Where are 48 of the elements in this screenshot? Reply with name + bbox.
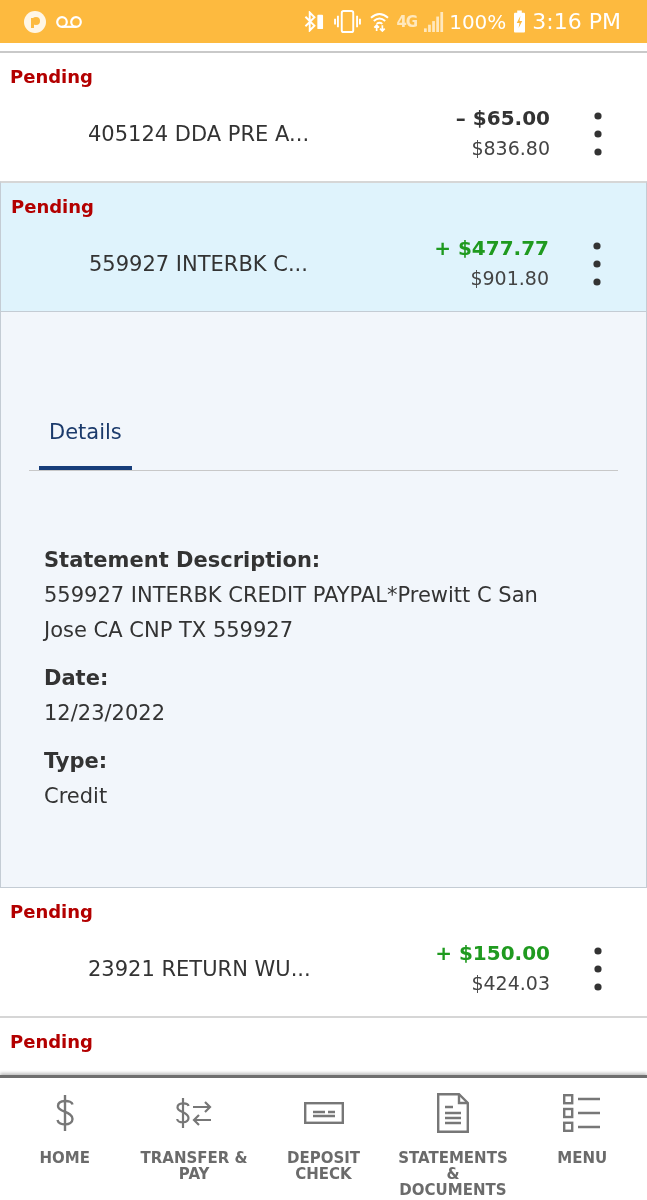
more-options-button[interactable]	[594, 111, 602, 156]
wifi-icon	[370, 11, 390, 32]
cheque-icon	[303, 1102, 344, 1124]
transaction-status: Pending	[10, 900, 93, 924]
field-label: Type:	[44, 748, 108, 775]
kebab-icon	[594, 946, 602, 991]
clock-time: 3:16 PM	[532, 9, 621, 34]
list-icon	[563, 1094, 602, 1132]
transaction-description: 559927 INTERBK C...	[89, 251, 308, 276]
transaction-row[interactable]: Pending 559927 INTERBK C... + $477.77 $901.80	[0, 181, 647, 312]
bluetooth-icon	[304, 11, 325, 32]
nav-item[interactable]: STATEMENTS & DOCUMENTS	[388, 1078, 518, 1200]
nav-item[interactable]: DEPOSIT CHECK	[258, 1078, 389, 1200]
field-value: Credit	[44, 783, 108, 810]
running-balance: $424.03	[471, 971, 550, 996]
dollar-arrows-icon	[176, 1097, 213, 1129]
transaction-amount: – $65.00	[455, 105, 550, 132]
vibrate-icon	[334, 10, 362, 33]
transaction-description: 23921 RETURN WU...	[88, 956, 311, 981]
field-label: Date:	[44, 665, 109, 692]
field-label: Statement Description:	[44, 547, 321, 574]
running-balance: $836.80	[471, 136, 550, 161]
field-value: 12/23/2022	[44, 700, 166, 727]
signal-icon	[424, 11, 445, 32]
dollar-icon	[55, 1094, 74, 1132]
more-options-button[interactable]	[594, 946, 602, 991]
field-value: 559927 INTERBK CREDIT PAYPAL*Prewitt C San Jose CA CNP TX 559927	[44, 582, 539, 644]
kebab-icon	[593, 241, 601, 286]
battery-charging-icon	[514, 10, 526, 33]
transaction-description: 405124 DDA PRE A...	[88, 121, 310, 146]
transaction-row[interactable]: Pending	[0, 1016, 647, 1055]
details-tab[interactable]: Details	[39, 418, 132, 470]
nav-item[interactable]: HOME	[0, 1078, 130, 1200]
transaction-status: Pending	[11, 195, 94, 219]
transaction-amount: + $477.77	[434, 235, 549, 262]
document-icon	[436, 1093, 469, 1133]
nav-item[interactable]: TRANSFER & PAY	[129, 1078, 259, 1200]
transaction-status: Pending	[10, 1030, 93, 1054]
network-type: 4G	[396, 12, 418, 31]
app-notification-icon	[24, 10, 46, 33]
running-balance: $901.80	[470, 266, 549, 291]
transaction-status: Pending	[10, 65, 93, 89]
nav-item[interactable]: MENU	[517, 1078, 647, 1200]
voicemail-icon	[56, 14, 82, 29]
kebab-icon	[594, 111, 602, 156]
more-options-button[interactable]	[593, 241, 601, 286]
transaction-amount: + $150.00	[435, 940, 550, 967]
battery-percent: 100%	[449, 9, 507, 34]
